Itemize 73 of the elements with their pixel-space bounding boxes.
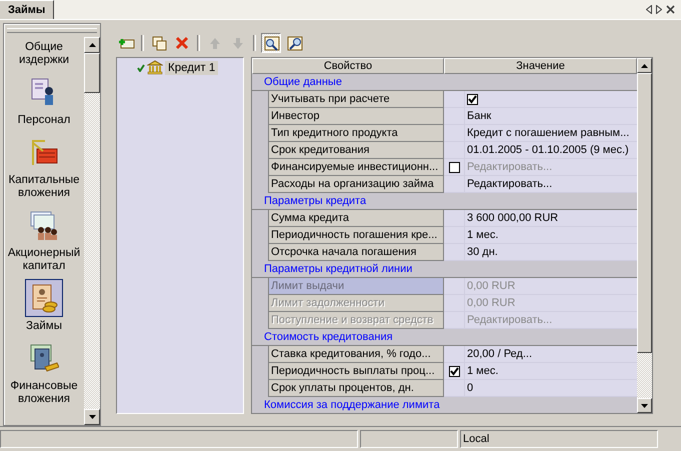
check-cell <box>444 108 465 125</box>
value-cell[interactable]: 1 мес. <box>465 363 637 380</box>
property-name[interactable]: Периодичность погашения кре... <box>268 227 444 244</box>
value-cell[interactable]: Кредит с погашением равным... <box>465 125 637 142</box>
group-header[interactable]: Параметры кредитной линии <box>252 261 637 278</box>
group-header[interactable]: Общие данные <box>252 74 637 91</box>
group-header[interactable]: Комиссия за поддержание лимита <box>252 397 637 413</box>
value-cell[interactable] <box>465 91 637 108</box>
nav-item[interactable]: Персонал <box>4 73 84 133</box>
scroll-down-button[interactable] <box>84 409 100 425</box>
scroll-left-icon[interactable] <box>646 5 652 14</box>
book-magnifier-icon <box>286 34 302 52</box>
property-name[interactable]: Инвестор <box>268 108 444 125</box>
safe-coins-icon <box>29 343 59 373</box>
up-arrow-icon <box>88 43 96 47</box>
tree-item[interactable]: Кредит 1 <box>165 60 218 74</box>
nav-item[interactable]: Капитальные вложения <box>4 133 84 206</box>
nav-item[interactable]: Займы <box>4 279 84 339</box>
property-name[interactable]: Срок уплаты процентов, дн. <box>268 380 444 397</box>
up-arrow-icon <box>641 64 648 68</box>
check-cell <box>444 312 465 329</box>
property-name[interactable]: Ставка кредитования, % годо... <box>268 346 444 363</box>
value-cell[interactable]: 01.01.2005 - 01.10.2005 (9 мес.) <box>465 142 637 159</box>
crane-brick-icon <box>29 137 59 167</box>
value-cell[interactable]: 3 600 000,00 RUR <box>465 210 637 227</box>
check-cell <box>444 125 465 142</box>
property-name[interactable]: Периодичность выплаты проц... <box>268 363 444 380</box>
scroll-up-button[interactable] <box>84 37 100 53</box>
property-name[interactable]: Расходы на организацию займа <box>268 176 444 193</box>
value-cell[interactable]: 30 дн. <box>465 244 637 261</box>
group-header[interactable]: Параметры кредита <box>252 193 637 210</box>
down-arrow-icon <box>88 415 96 419</box>
group-header[interactable]: Стоимость кредитования <box>252 329 637 346</box>
people-certificate-icon <box>29 210 59 240</box>
scroll-down-button[interactable] <box>637 398 652 413</box>
book-magnifier-icon <box>262 34 280 52</box>
toolbar-button[interactable] <box>261 33 281 53</box>
checkbox[interactable] <box>448 162 460 172</box>
property-name[interactable]: Срок кредитования <box>268 142 444 159</box>
copy-icon <box>150 34 168 52</box>
property-name[interactable]: Отсрочка начала погашения <box>268 244 444 261</box>
scroll-up-button[interactable] <box>637 58 652 73</box>
scroll-thumb[interactable] <box>637 73 652 353</box>
property-name[interactable]: Сумма кредита <box>268 210 444 227</box>
checkbox[interactable] <box>467 94 478 104</box>
down-arrow-icon <box>641 404 648 408</box>
column-header[interactable]: Значение <box>444 58 637 74</box>
tab[interactable]: Займы <box>0 0 54 19</box>
close-icon[interactable] <box>666 5 675 14</box>
property-name[interactable]: Тип кредитного продукта <box>268 125 444 142</box>
nav-item[interactable]: Акционерный капитал <box>4 206 84 279</box>
check-cell <box>444 244 465 261</box>
delete-icon <box>174 34 190 52</box>
scroll-right-icon[interactable] <box>656 5 662 14</box>
scroll-thumb[interactable] <box>84 53 100 93</box>
status-text: Local <box>460 430 658 448</box>
check-cell <box>444 227 465 244</box>
value-cell[interactable]: 1 мес. <box>465 227 637 244</box>
check-cell <box>444 278 465 295</box>
nav-item[interactable]: Общие издержки <box>4 41 84 73</box>
value-cell[interactable]: Редактировать... <box>465 176 637 193</box>
value-cell[interactable]: 20,00 / Ред... <box>465 346 637 363</box>
check-cell <box>444 91 465 108</box>
nav-item[interactable]: Финансовые вложения <box>4 339 84 412</box>
check-cell <box>444 295 465 312</box>
checkbox[interactable] <box>448 366 460 376</box>
column-header[interactable]: Свойство <box>252 58 444 74</box>
value-cell[interactable]: Банк <box>465 108 637 125</box>
property-name[interactable]: Учитывать при расчете <box>268 91 444 108</box>
property-name[interactable]: Финансируемые инвестиционн... <box>268 159 444 176</box>
value-cell[interactable]: 0 <box>465 380 637 397</box>
check-cell <box>444 210 465 227</box>
bank-icon <box>147 60 163 75</box>
